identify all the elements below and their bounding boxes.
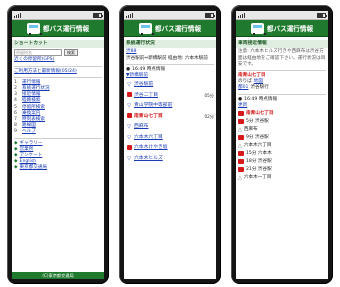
approach-row: 南青山七丁目 [238,110,326,118]
menu-item[interactable]: 9 ヘルプ [14,129,102,135]
refresh-link[interactable]: 更新 [238,103,326,109]
screen-home: 都バス運行情報 ショートカット 停留所名 検索 近くの停留所(GPS) ご利用方… [12,11,104,279]
approach-row: △ 六本木一丁目 [238,174,326,182]
approach-label: 六本木一丁目 [243,174,272,180]
direction-link[interactable]: ▼新橋駅前 [126,73,214,79]
screen-route-status: 都バス運行情報 系統運行状況 渋88 渋谷駅前⇔新橋駅前 経由地: 六本木駅前 … [124,11,216,279]
stop-row[interactable]: ▽ 青山学院中等部前 [126,101,214,112]
section-title: 車両接近情報 [236,40,328,49]
battery-icon [205,12,215,18]
search-button[interactable]: 検索 [64,49,78,57]
app-header: 都バス運行情報 [236,20,328,37]
status-bar [236,11,328,20]
notice-text: 注意: 六本木ヒルズ行きや西麻布は渋谷方面は経由地をご確認下さい。運行状況は目安… [238,49,326,67]
gps-link[interactable]: 近くの停留所(GPS) [14,57,102,63]
app-header: 都バス運行情報 [12,20,104,37]
approach-row: △ 西麻布 [238,126,326,134]
current-stop-icon [238,111,244,117]
approach-label: 5分 渋谷駅 [246,118,269,124]
phone-1: 都バス運行情報 ショートカット 停留所名 検索 近くの停留所(GPS) ご利用方… [7,5,109,284]
stop-name[interactable]: 六本木ヒルズ [132,156,204,162]
stop-triangle-icon: △ [238,174,242,181]
approach-label: 六本木六丁目 [243,142,272,148]
approach-row: 5分 渋谷駅 [238,118,326,126]
bus-logo-icon [250,22,266,35]
battery-icon [93,12,103,18]
app-title: 都バス運行情報 [154,25,202,33]
approach-label: 15分 六本木 [246,150,272,156]
route-description: 渋谷駅前⇔新橋駅前 経由地: 六本木駅前 [126,55,208,61]
approach-label: 南青山七丁目 [246,110,274,116]
signal-icon [14,12,21,18]
approach-row: 18分 渋谷駅 [238,158,326,166]
menu-label[interactable]: ヘルプ [22,129,36,135]
destination: 渋谷駅行 [250,85,269,91]
battery-icon [317,12,327,18]
clock-icon: ● [238,96,243,102]
stop-name[interactable]: 六本木六丁目 [132,135,204,141]
bus-icon [238,159,244,165]
shortcut-label: ショートカット [12,40,104,49]
stop-row[interactable]: ▽ 六本木ヒルズ [126,154,214,165]
stop-name[interactable]: 青山学院中等部前 [132,103,204,109]
stop-row[interactable]: 渋谷二丁目 05分 [126,91,214,102]
stop-row[interactable]: ▽ 西麻布 [126,122,214,133]
footer-link-item[interactable]: ◆ 東京都交通局 [14,165,102,171]
approach-label: 18分 渋谷駅 [246,158,272,164]
status-bar [124,11,216,20]
route-number[interactable]: 都01 [238,85,248,91]
stop-name[interactable]: 六本木けやき坂 [132,145,204,151]
stop-row[interactable]: 南青山七丁目 02分 [126,112,214,123]
bus-position-icon [126,113,132,119]
menu-number: 9 [14,129,17,135]
app-title: 都バス運行情報 [42,25,90,33]
screen-approach-info: 都バス運行情報 車両接近情報 注意: 六本木ヒルズ行きや西麻布は渋谷方面は経由地… [236,11,328,279]
stop-name[interactable]: 南青山七丁目 [132,114,204,120]
stop-time: 02分 [204,114,214,120]
stop-row[interactable]: ▽ 六本木六丁目 [126,133,214,144]
updated-time: 16:49 時点情報 [244,96,278,102]
stop-triangle-icon: △ [238,126,242,133]
phone-2: 都バス運行情報 系統運行状況 渋88 渋谷駅前⇔新橋駅前 経由地: 六本木駅前 … [119,5,221,284]
bus-icon [238,135,244,141]
app-header: 都バス運行情報 [124,20,216,37]
approach-label: 西麻布 [243,126,258,132]
stop-name[interactable]: 渋谷二丁目 [132,93,204,99]
bullet-icon: ◆ [14,165,18,171]
footer-link[interactable]: 東京都交通局 [20,165,48,171]
stop-name[interactable]: 西麻布 [132,124,204,130]
approach-row: 15分 六本木 [238,150,326,158]
stop-time: 05分 [204,93,214,99]
stop-triangle-icon: △ [238,142,242,149]
approach-label: 9分 渋谷駅 [246,134,269,140]
bus-logo-icon [138,22,154,35]
approach-row: 21分 渋谷駅 [238,166,326,174]
app-title: 都バス運行情報 [266,25,314,33]
bus-icon [238,167,244,173]
signal-icon [238,12,245,18]
approach-row: △ 六本木六丁目 [238,142,326,150]
status-bar [12,11,104,20]
stop-row[interactable]: ▽ 渋谷駅前 [126,80,214,91]
bus-position-icon [126,92,132,98]
stop-row[interactable]: 六本木けやき坂 [126,143,214,154]
section-title: 系統運行状況 [124,40,216,49]
stop-name[interactable]: 渋谷駅前 [132,82,204,88]
copyright-footer: (C)東京都交通局 [12,272,104,279]
approach-row: 9分 渋谷駅 [238,134,326,142]
approach-label: 21分 渋谷駅 [246,166,272,172]
signal-icon [126,12,133,18]
recent-info-link[interactable]: ご利用方法と最新情報(05/24) [14,69,102,75]
bus-icon [238,119,244,125]
stop-search-input[interactable]: 停留所名 [14,49,62,57]
bus-logo-icon [26,22,42,35]
phone-3: 都バス運行情報 車両接近情報 注意: 六本木ヒルズ行きや西麻布は渋谷方面は経由地… [231,5,333,284]
bus-position-icon [126,144,132,150]
bus-icon [238,151,244,157]
